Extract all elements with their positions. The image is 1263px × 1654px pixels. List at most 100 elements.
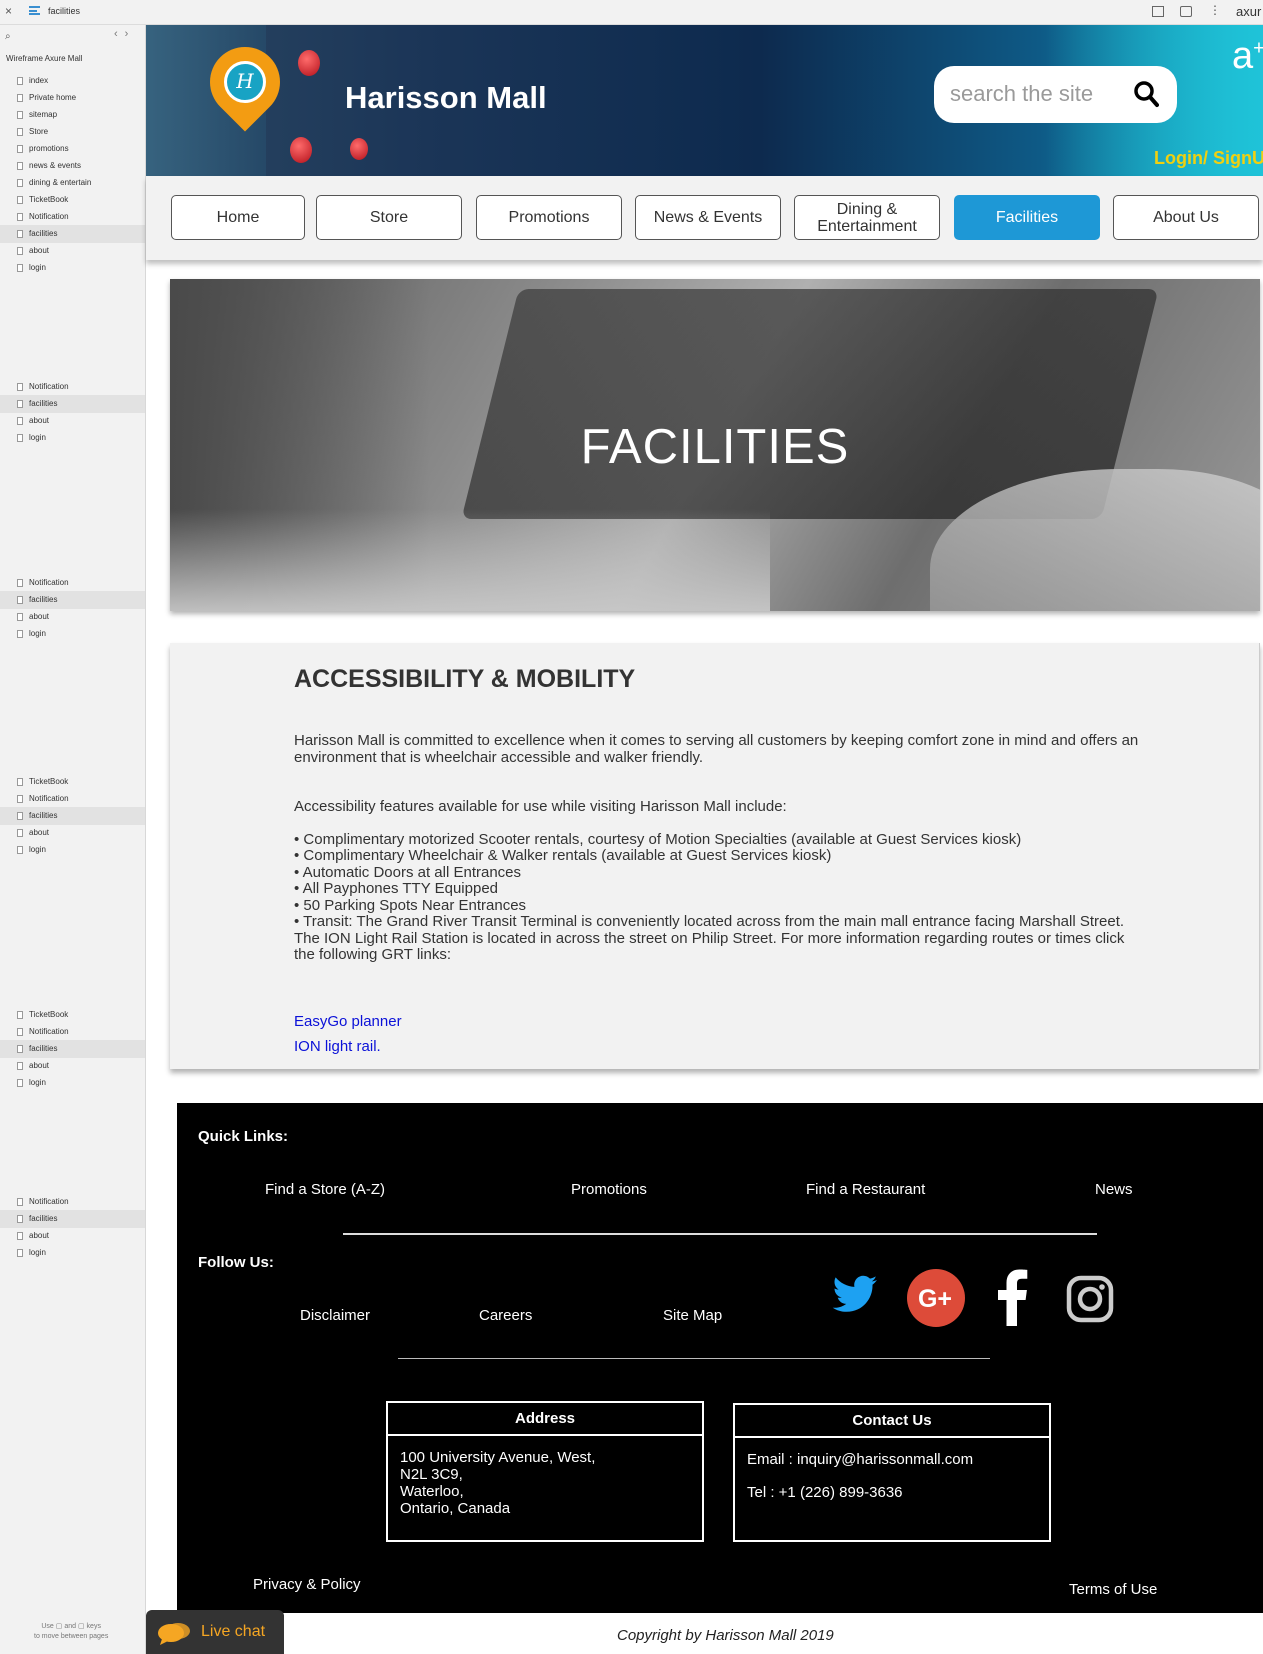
lantern-decoration	[298, 50, 320, 76]
privacy-policy-link[interactable]: Privacy & Policy	[253, 1576, 361, 1593]
sitemap-item[interactable]: facilities	[0, 1210, 145, 1228]
sitemap-item[interactable]: Notification	[0, 1193, 145, 1211]
contact-box: Contact Us Email : inquiry@harissonmall.…	[733, 1403, 1051, 1542]
sitemap-item[interactable]: facilities	[0, 807, 145, 825]
page-icon	[17, 230, 23, 238]
sitemap-item[interactable]: Store	[0, 123, 145, 141]
sitemap-item[interactable]: Notification	[0, 790, 145, 808]
sitemap-item[interactable]: index	[0, 72, 145, 90]
sitemap-item[interactable]: dining & entertain	[0, 174, 145, 192]
live-chat-button[interactable]: Live chat	[146, 1610, 284, 1654]
find-store-link[interactable]: Find a Store (A-Z)	[265, 1181, 385, 1198]
search-input[interactable]	[950, 80, 1125, 108]
sitemap-item[interactable]: sitemap	[0, 106, 145, 124]
sitemap-item[interactable]: about	[0, 1057, 145, 1075]
sitemap-item-label: login	[29, 845, 46, 854]
sitemap-item[interactable]: login	[0, 429, 145, 447]
sitemap-item[interactable]: Notification	[0, 208, 145, 226]
site-map-link[interactable]: Site Map	[663, 1307, 722, 1324]
axure-brand[interactable]: axur	[1236, 4, 1261, 19]
sitemap-item[interactable]: TicketBook	[0, 191, 145, 209]
contact-tel[interactable]: Tel : +1 (226) 899-3636	[747, 1484, 1037, 1501]
site-title[interactable]: Harisson Mall	[345, 80, 547, 116]
sitemap-item[interactable]: about	[0, 1227, 145, 1245]
ion-light-rail-link[interactable]: ION light rail.	[294, 1038, 381, 1055]
sitemap-item-label: facilities	[29, 1044, 58, 1053]
quick-links-label: Quick Links:	[198, 1128, 289, 1145]
page-icon	[17, 434, 23, 442]
careers-link[interactable]: Careers	[479, 1307, 532, 1324]
sitemap-item[interactable]: login	[0, 1074, 145, 1092]
sitemap-item-label: TicketBook	[29, 1010, 69, 1019]
sitemap-item-label: facilities	[29, 595, 58, 604]
features-lead: Accessibility features available for use…	[294, 798, 787, 815]
lantern-decoration	[290, 137, 312, 163]
nav-store[interactable]: Store	[316, 195, 462, 240]
nav-news-events[interactable]: News & Events	[635, 195, 781, 240]
page-icon	[17, 1215, 23, 1223]
nav-home[interactable]: Home	[171, 195, 305, 240]
page-icon	[17, 77, 23, 85]
sitemap-item-label: about	[29, 828, 50, 837]
lantern-decoration	[350, 138, 368, 160]
sitemap-item-label: about	[29, 246, 50, 255]
nav-dining-entertainment[interactable]: Dining & Entertainment	[794, 195, 940, 240]
sitemap-item[interactable]: Notification	[0, 1023, 145, 1041]
sitemap-item[interactable]: about	[0, 824, 145, 842]
page-icon	[17, 1011, 23, 1019]
twitter-icon[interactable]	[832, 1275, 878, 1315]
sitemap-item[interactable]: facilities	[0, 1040, 145, 1058]
sitemap-item[interactable]: TicketBook	[0, 773, 145, 791]
sitemap-item[interactable]: Notification	[0, 378, 145, 396]
sitemap-item[interactable]: Private home	[0, 89, 145, 107]
news-link[interactable]: News	[1095, 1181, 1133, 1198]
intro-paragraph: Harisson Mall is committed to excellence…	[294, 732, 1139, 766]
search-box[interactable]	[934, 66, 1177, 123]
page-icon	[17, 846, 23, 854]
nav-facilities[interactable]: Facilities	[954, 195, 1100, 240]
comments-icon[interactable]	[1180, 6, 1192, 17]
login-signup-link[interactable]: Login/ SignUp	[1154, 148, 1263, 169]
sitemap-item[interactable]: about	[0, 242, 145, 260]
more-options-icon[interactable]: ⋮	[1209, 3, 1221, 17]
sitemap-item[interactable]: login	[0, 1244, 145, 1262]
sitemap-item[interactable]: TicketBook	[0, 1006, 145, 1024]
sitemap-item[interactable]: promotions	[0, 140, 145, 158]
terms-of-use-link[interactable]: Terms of Use	[1069, 1581, 1157, 1598]
promotions-link[interactable]: Promotions	[571, 1181, 647, 1198]
sitemap-menu-icon[interactable]	[29, 6, 40, 15]
search-icon[interactable]	[1133, 80, 1159, 108]
easygo-planner-link[interactable]: EasyGo planner	[294, 1013, 402, 1030]
address-text: 100 University Avenue, West, N2L 3C9, Wa…	[400, 1449, 596, 1517]
sitemap-item[interactable]: about	[0, 608, 145, 626]
sitemap-item[interactable]: facilities	[0, 225, 145, 243]
sitemap-item[interactable]: about	[0, 412, 145, 430]
logo-icon[interactable]: H	[224, 61, 266, 103]
notes-icon[interactable]	[1152, 6, 1164, 17]
copyright: Copyright by Harisson Mall 2019	[617, 1627, 834, 1644]
page-icon	[17, 1045, 23, 1053]
page-nav-arrows[interactable]: ‹›	[114, 28, 135, 40]
keyboard-hint: Use ▢ and ▢ keys to move between pages	[34, 1623, 109, 1640]
instagram-icon[interactable]	[1066, 1275, 1114, 1323]
sitemap-item[interactable]: news & events	[0, 157, 145, 175]
google-plus-icon[interactable]: G+	[906, 1268, 966, 1328]
sitemap-item[interactable]: Notification	[0, 574, 145, 592]
sitemap-item[interactable]: login	[0, 841, 145, 859]
disclaimer-link[interactable]: Disclaimer	[300, 1307, 370, 1324]
sitemap-item[interactable]: login	[0, 625, 145, 643]
close-icon[interactable]: ×	[5, 4, 12, 18]
sitemap-item[interactable]: facilities	[0, 591, 145, 609]
page-icon	[17, 111, 23, 119]
nav-promotions[interactable]: Promotions	[476, 195, 622, 240]
find-restaurant-link[interactable]: Find a Restaurant	[806, 1181, 925, 1198]
page-icon	[17, 1198, 23, 1206]
site-header: H Harisson Mall a+ Login/ SignUp	[146, 25, 1263, 176]
facebook-icon[interactable]	[993, 1268, 1029, 1326]
sitemap-item[interactable]: login	[0, 259, 145, 277]
search-icon[interactable]: ⌕	[5, 31, 11, 42]
nav-about-us[interactable]: About Us	[1113, 195, 1259, 240]
sitemap-item-label: login	[29, 263, 46, 272]
sitemap-item[interactable]: facilities	[0, 395, 145, 413]
contact-email[interactable]: Email : inquiry@harissonmall.com	[747, 1451, 1037, 1468]
